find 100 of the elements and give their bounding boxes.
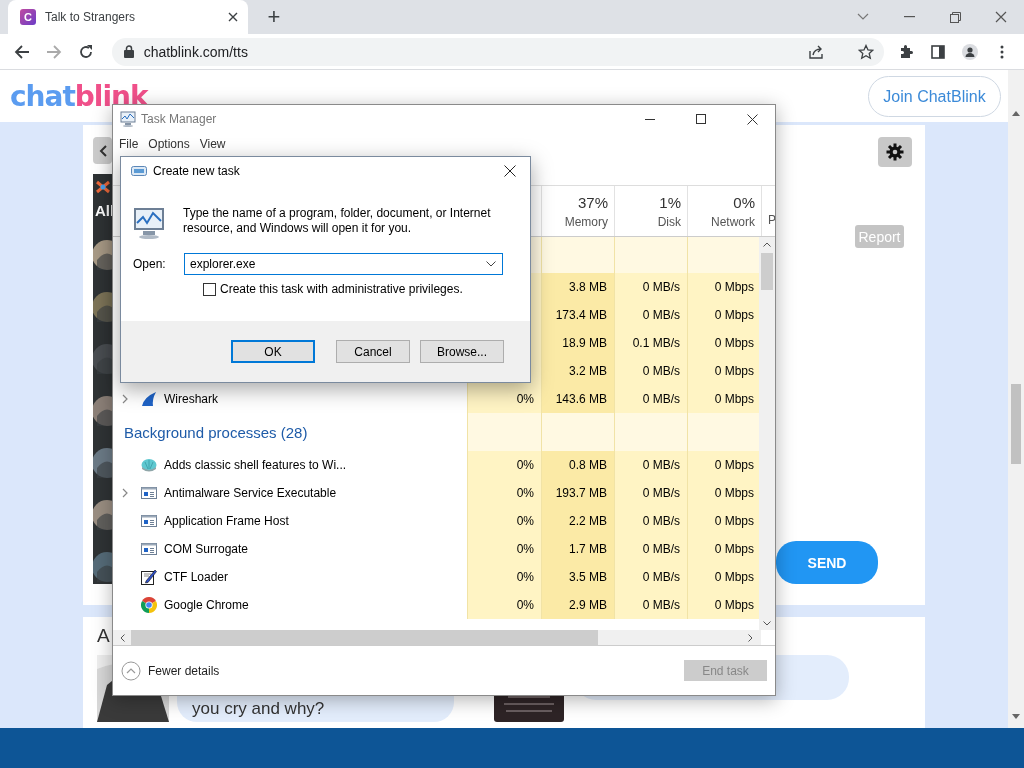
scroll-right-icon[interactable] [747,633,753,642]
process-name: Google Chrome [164,598,249,612]
dialog-title: Create new task [153,164,241,178]
table-cell: 3.2 MB [541,357,614,385]
group-heading: Background processes (28) [123,423,308,441]
open-field[interactable]: explorer.exe [184,253,503,275]
monitor-icon [133,207,165,239]
column-header[interactable]: 0% Network [687,186,761,236]
chevron-right-icon[interactable] [122,394,128,404]
menu-item[interactable]: View [195,137,232,151]
close-icon[interactable] [228,12,238,22]
table-cell: 0 MB/s [614,301,687,329]
star-icon[interactable] [858,43,875,60]
process-name: Adds classic shell features to Wi... [164,458,347,472]
table-cell: 0 MB/s [614,273,687,301]
settings-icon [886,143,904,161]
table-cell: 0 Mbps [687,451,760,479]
section-heading: A [97,625,110,647]
dialog-button[interactable]: Cancel [336,340,410,363]
table-cell: 0 MB/s [614,451,687,479]
table-cell: 0% [467,451,541,479]
reload-icon [77,43,94,60]
table-cell: 0% [467,591,541,619]
join-button[interactable]: Join ChatBlink [868,76,1001,117]
dialog-button[interactable]: OK [231,340,315,363]
process-name: Wireshark [164,392,218,406]
favicon: C [20,9,36,25]
restore-icon[interactable] [949,11,961,23]
logo-icon [95,180,111,195]
table-cell: 0 Mbps [687,535,760,563]
table-cell: 2.2 MB [541,507,614,535]
minimize-icon[interactable] [903,16,915,18]
menu-item[interactable]: Options [144,137,196,151]
table-cell: 143.6 MB [541,385,614,413]
checkbox[interactable] [203,282,216,296]
window-title: Task Manager [141,112,218,126]
pen-icon [141,569,157,585]
forward-icon [45,43,62,60]
table-cell: 0 Mbps [687,329,760,357]
close-icon[interactable] [504,165,516,177]
column-header[interactable]: 1% Disk [614,186,687,236]
profile-icon [962,43,979,60]
scroll-up-icon[interactable] [1012,111,1020,116]
dropdown-icon[interactable] [486,261,496,267]
column-header[interactable]: 37% Memory [541,186,614,236]
process-name: Application Frame Host [164,514,289,528]
dialog-button[interactable]: Browse... [420,340,504,363]
back-button[interactable] [93,137,112,165]
scroll-down-icon[interactable] [763,620,771,626]
table-cell: 173.4 MB [541,301,614,329]
chevron-down-icon[interactable] [857,13,869,21]
scroll-up-icon[interactable] [763,241,771,247]
lock-icon [123,45,134,58]
table-cell: 0 Mbps [687,385,760,413]
table-cell: 0 MB/s [614,535,687,563]
scroll-thumb[interactable] [761,253,773,290]
table-cell: 0 Mbps [687,301,760,329]
table-cell: 193.7 MB [541,479,614,507]
table-cell: 18.9 MB [541,329,614,357]
table-cell: 0% [467,563,541,591]
new-tab-button[interactable]: + [260,3,288,31]
scroll-thumb[interactable] [131,630,598,645]
close-icon[interactable] [746,113,758,125]
table-cell: 0 MB/s [614,479,687,507]
run-icon [131,165,147,177]
table-cell: 2.9 MB [541,591,614,619]
settings-button[interactable] [878,137,912,167]
table-cell: 3.8 MB [541,273,614,301]
table-cell: 0 Mbps [687,591,760,619]
process-name: Antimalware Service Executable [164,486,337,500]
table-cell: 0 MB/s [614,385,687,413]
column-header[interactable]: P [761,186,775,236]
table-cell: 1.7 MB [541,535,614,563]
chevron-right-icon[interactable] [122,488,128,498]
minimize-icon[interactable] [645,118,655,120]
collapse-icon[interactable] [121,660,141,681]
scroll-thumb[interactable] [1011,384,1021,464]
share-icon[interactable] [808,43,825,60]
scroll-left-icon[interactable] [119,633,125,642]
browser-tab[interactable]: C Talk to Strangers [8,0,248,34]
table-cell: 0 Mbps [687,357,760,385]
table-cell: 0% [467,507,541,535]
back-icon [13,43,30,60]
maximize-icon[interactable] [696,114,706,124]
table-cell: 3.5 MB [541,563,614,591]
table-cell: 0 MB/s [614,563,687,591]
address-bar[interactable]: chatblink.com/tts [111,37,885,66]
window-icon [141,541,157,557]
process-name: COM Surrogate [164,542,249,556]
table-cell: 0 Mbps [687,563,760,591]
side-panel-icon [930,43,947,60]
shell-icon [141,457,157,473]
monitor-icon [120,111,136,127]
menu-item[interactable]: File [115,137,145,151]
window-icon [141,485,157,501]
scroll-down-icon[interactable] [1012,714,1020,719]
instruction-text: Type the name of a program, folder, document, or Internet resource, and Windows will open it for you. [183,206,492,237]
table-cell: 0% [467,385,541,413]
table-cell: 0% [467,479,541,507]
checkbox-label: Create this task with administrative privileges. [220,282,463,296]
